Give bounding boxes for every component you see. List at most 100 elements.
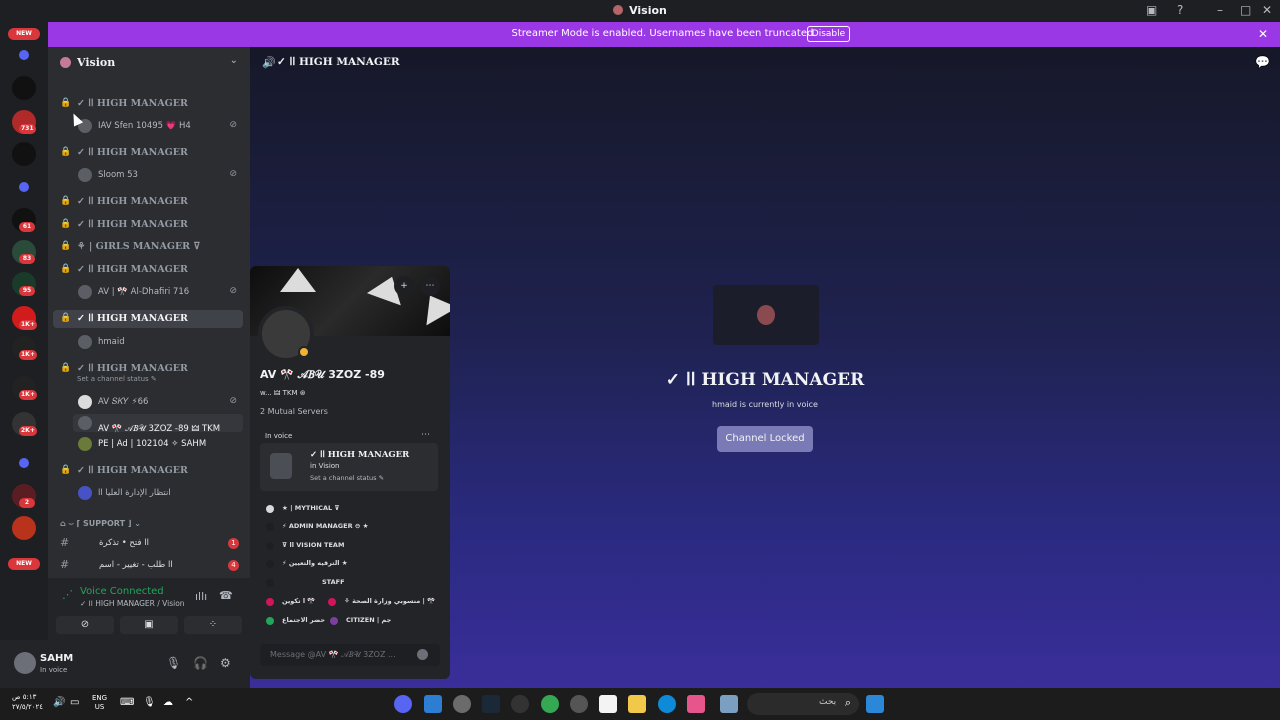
server-icon[interactable]: 1K+	[12, 306, 37, 330]
voice-channel[interactable]: 🔒 ✓ اا HIGH MANAGER	[53, 95, 243, 113]
voice-user[interactable]: IAV Sfen 10495 💗 H4 ⊘	[73, 117, 243, 135]
participant-tile[interactable]	[713, 285, 819, 345]
server-header[interactable]: Vision ⌄	[48, 47, 250, 77]
voice-user[interactable]: انتظار الإدارة العليا اا	[73, 484, 243, 502]
disable-streamer-button[interactable]: Disable	[807, 26, 850, 42]
avatar[interactable]	[258, 306, 314, 362]
keyboard-icon[interactable]: ⌨	[120, 697, 134, 708]
voice-channel[interactable]: 🔒 ✓ اا HIGH MANAGER	[53, 261, 243, 279]
voice-user-selected[interactable]: AV 🎌 𝒜𝐵𝒰 3ZOZ -89 🜲 TKM	[73, 414, 243, 434]
taskbar-clock[interactable]: ٥:١٣ ص ٢٧/٥/٢٠٢٤	[12, 692, 43, 712]
discord-app-icon[interactable]	[394, 695, 412, 713]
voice-channel[interactable]: 🔒 ✓ اا HIGH MANAGER	[53, 193, 243, 211]
mutual-servers-link[interactable]: 2 Mutual Servers	[260, 407, 328, 416]
new-pill-bottom[interactable]: NEW	[8, 558, 40, 570]
taskbar-search[interactable]: بحث ⌕	[747, 693, 859, 715]
screen-share-button[interactable]: ▣	[120, 616, 178, 634]
app-icon[interactable]	[511, 695, 529, 713]
cloud-icon[interactable]: ☁	[163, 697, 173, 708]
server-icon[interactable]: 1K+	[12, 336, 37, 360]
folder-icon[interactable]	[19, 182, 29, 192]
copilot-app-icon[interactable]	[687, 695, 705, 713]
lock-icon: 🔒	[60, 219, 72, 229]
voice-channel-selected[interactable]: 🔒 ✓ اا HIGH MANAGER	[53, 310, 243, 328]
server-icon[interactable]: 731	[12, 110, 36, 134]
new-pill-top[interactable]: NEW	[8, 28, 40, 40]
app-icon[interactable]	[720, 695, 738, 713]
channel-locked-button[interactable]: Channel Locked	[717, 426, 813, 452]
server-icon[interactable]: 2	[12, 484, 36, 508]
server-icon[interactable]: 2K+	[12, 412, 37, 436]
voice-user[interactable]: AV | 🎌 Al-Dhafiri 716 ⊘	[73, 283, 243, 301]
volume-icon[interactable]: 🔊	[53, 697, 65, 708]
app-icon[interactable]	[424, 695, 442, 713]
voice-user[interactable]: hmaid	[73, 333, 243, 351]
microphone-icon[interactable]: 🎙	[143, 697, 156, 708]
server-icon[interactable]: 61	[12, 208, 36, 232]
close-banner-icon[interactable]: ✕	[1258, 27, 1268, 41]
camera-off-button[interactable]: ⊘	[56, 616, 114, 634]
voice-channel[interactable]: 🔒 ⚘ | GIRLS MANAGER ⊽	[53, 238, 243, 256]
lock-icon: 🔒	[60, 241, 72, 251]
emoji-icon[interactable]	[417, 649, 428, 660]
role-tag: CITIZEN | جم	[330, 615, 430, 627]
category-support[interactable]: ⌂ ⌣ ⌈ SUPPORT ⌋ ⌄	[60, 519, 141, 529]
chat-bubble-icon[interactable]: 💬	[1255, 55, 1270, 69]
activities-button[interactable]: ⁘	[184, 616, 242, 634]
channel-status[interactable]: Set a channel status ✎	[77, 375, 157, 383]
voice-username: Sloom 53	[98, 170, 138, 180]
start-button-icon[interactable]	[866, 695, 884, 713]
in-voice-card[interactable]: ✓ اا HIGH MANAGER in Vision Set a channe…	[260, 443, 438, 491]
store-app-icon[interactable]	[599, 695, 617, 713]
minimize-button[interactable]: –	[1217, 3, 1223, 17]
voice-channel[interactable]: 🔒 ✓ اا HIGH MANAGER Set a channel status ✎	[53, 360, 243, 390]
role-label: ⊽ اا VISION TEAM	[282, 541, 345, 549]
inbox-icon[interactable]: ▣	[1146, 3, 1157, 17]
chevron-down-icon[interactable]: ⌄	[230, 55, 238, 66]
voice-channel[interactable]: 🔒 ✓ اا HIGH MANAGER	[53, 462, 243, 480]
voice-channel[interactable]: 🔒 ✓ اا HIGH MANAGER	[53, 216, 243, 234]
app-icon[interactable]	[570, 695, 588, 713]
voice-user[interactable]: AV 𝑆𝐾𝑌 ⚡66 ⊘	[73, 393, 243, 411]
noise-suppression-icon[interactable]: ıllı	[195, 590, 207, 603]
maximize-button[interactable]: □	[1240, 3, 1251, 17]
gear-icon[interactable]: ⚙	[220, 656, 231, 670]
more-options-icon[interactable]: ⋯	[420, 276, 440, 296]
edge-app-icon[interactable]	[658, 695, 676, 713]
settings-app-icon[interactable]	[453, 695, 471, 713]
server-icon[interactable]	[12, 76, 36, 100]
voice-channel-link[interactable]: ✓ اا HIGH MANAGER / Vision	[80, 599, 185, 608]
text-channel[interactable]: # اا فتح • تذكرة 1	[53, 534, 243, 552]
chevron-up-icon[interactable]: ^	[185, 697, 193, 708]
unread-badge: 1K+	[19, 320, 37, 330]
username[interactable]: SAHM	[40, 653, 73, 664]
folder-icon[interactable]	[19, 458, 29, 468]
headphones-icon[interactable]: 🎧	[193, 656, 208, 670]
text-channel-label: اا طلب - تغيير - اسم	[99, 560, 173, 570]
network-icon[interactable]: ▭	[70, 697, 79, 708]
close-window-button[interactable]: ✕	[1262, 3, 1272, 17]
avatar[interactable]	[14, 652, 36, 674]
voice-channel[interactable]: 🔒 ✓ اا HIGH MANAGER	[53, 144, 243, 162]
server-icon[interactable]: 83	[12, 240, 36, 264]
folder-icon[interactable]	[19, 50, 29, 60]
server-icon[interactable]	[12, 142, 36, 166]
server-icon[interactable]: 95	[12, 272, 36, 296]
voice-user[interactable]: PE | Ad | 102104 ✧ SAHM	[73, 435, 243, 453]
help-icon[interactable]: ?	[1177, 3, 1183, 17]
steam-app-icon[interactable]	[482, 695, 500, 713]
signal-icon[interactable]: ⋰	[62, 588, 73, 601]
text-channel[interactable]: # اا طلب - تغيير - اسم 4	[53, 556, 243, 574]
chrome-app-icon[interactable]	[541, 695, 559, 713]
microphone-icon[interactable]: 🎙	[166, 656, 181, 670]
server-icon[interactable]: 1K+	[12, 376, 37, 400]
file-explorer-icon[interactable]	[628, 695, 646, 713]
language-indicator[interactable]: ENG US	[92, 694, 107, 712]
voice-user[interactable]: Sloom 53 ⊘	[73, 166, 243, 184]
add-friend-icon[interactable]: +	[394, 276, 414, 296]
more-icon[interactable]: ⋯	[421, 430, 430, 440]
direct-message-input[interactable]: Message @AV 🎌 𝒜𝐵𝒰 3ZOZ ...	[260, 644, 440, 666]
user-status: In voice	[40, 666, 68, 674]
disconnect-icon[interactable]: ☎	[219, 589, 233, 602]
server-icon[interactable]	[12, 516, 36, 540]
